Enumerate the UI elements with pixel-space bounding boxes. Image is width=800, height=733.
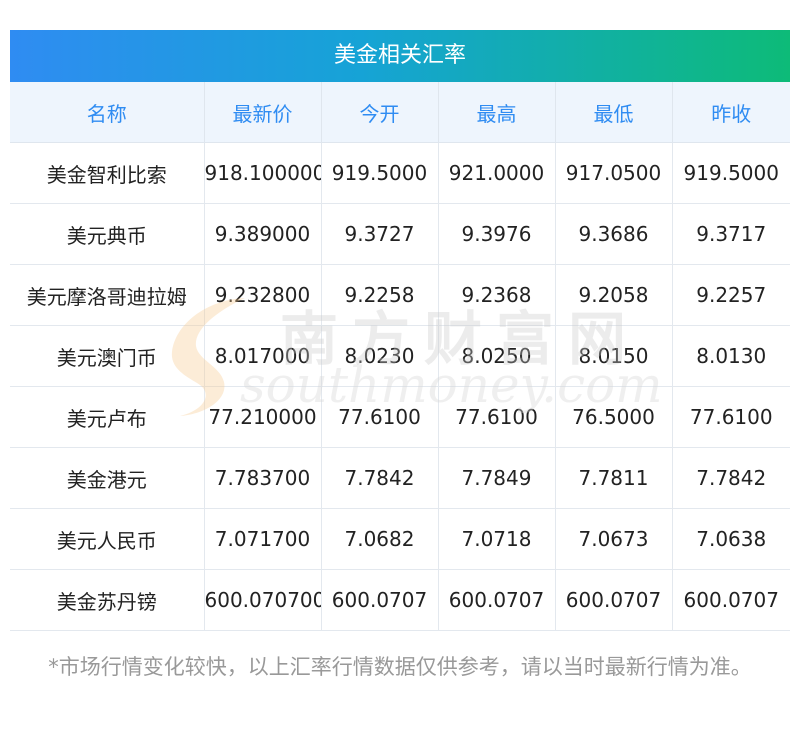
high-price: 921.0000 xyxy=(438,142,556,204)
column-header-high: 最高 xyxy=(438,82,556,143)
currency-name: 美元卢布 xyxy=(10,386,205,448)
prev-close-price: 77.6100 xyxy=(672,386,790,448)
latest-price: 918.100000 xyxy=(204,142,322,204)
low-price: 7.0673 xyxy=(555,508,673,570)
currency-name: 美金苏丹镑 xyxy=(10,569,205,631)
rates-table: 名称 最新价 今开 最高 最低 昨收 美金智利比索 918.100000 919… xyxy=(10,82,790,631)
high-price: 77.6100 xyxy=(438,386,556,448)
low-price: 917.0500 xyxy=(555,142,673,204)
table-row: 美金智利比索 918.100000 919.5000 921.0000 917.… xyxy=(10,142,790,204)
table-row: 美元澳门币 8.017000 8.0230 8.0250 8.0150 8.01… xyxy=(10,325,790,387)
column-header-prev-close: 昨收 xyxy=(672,82,790,143)
table-row: 美金港元 7.783700 7.7842 7.7849 7.7811 7.784… xyxy=(10,447,790,509)
table-row: 美元摩洛哥迪拉姆 9.232800 9.2258 9.2368 9.2058 9… xyxy=(10,264,790,326)
high-price: 7.7849 xyxy=(438,447,556,509)
low-price: 76.5000 xyxy=(555,386,673,448)
high-price: 8.0250 xyxy=(438,325,556,387)
prev-close-price: 7.7842 xyxy=(672,447,790,509)
currency-name: 美金港元 xyxy=(10,447,205,509)
latest-price: 7.071700 xyxy=(204,508,322,570)
low-price: 9.2058 xyxy=(555,264,673,326)
column-header-row: 名称 最新价 今开 最高 最低 昨收 xyxy=(10,82,790,143)
table-title: 美金相关汇率 xyxy=(10,30,790,82)
disclaimer-footnote: *市场行情变化较快，以上汇率行情数据仅供参考，请以当时最新行情为准。 xyxy=(48,655,752,679)
column-header-latest: 最新价 xyxy=(204,82,322,143)
table-row: 美金苏丹镑 600.070700 600.0707 600.0707 600.0… xyxy=(10,569,790,631)
open-price: 9.2258 xyxy=(321,264,439,326)
latest-price: 8.017000 xyxy=(204,325,322,387)
currency-name: 美元人民币 xyxy=(10,508,205,570)
table-row: 美元卢布 77.210000 77.6100 77.6100 76.5000 7… xyxy=(10,386,790,448)
exchange-rate-table: 美金相关汇率 名称 最新价 今开 最高 最低 昨收 美金智利比索 918.100… xyxy=(10,30,790,631)
open-price: 9.3727 xyxy=(321,203,439,265)
high-price: 9.2368 xyxy=(438,264,556,326)
latest-price: 7.783700 xyxy=(204,447,322,509)
latest-price: 9.232800 xyxy=(204,264,322,326)
currency-name: 美金智利比索 xyxy=(10,142,205,204)
prev-close-price: 9.2257 xyxy=(672,264,790,326)
open-price: 919.5000 xyxy=(321,142,439,204)
low-price: 8.0150 xyxy=(555,325,673,387)
column-header-open: 今开 xyxy=(321,82,439,143)
high-price: 7.0718 xyxy=(438,508,556,570)
currency-name: 美元澳门币 xyxy=(10,325,205,387)
prev-close-price: 919.5000 xyxy=(672,142,790,204)
column-header-low: 最低 xyxy=(555,82,673,143)
low-price: 7.7811 xyxy=(555,447,673,509)
high-price: 600.0707 xyxy=(438,569,556,631)
high-price: 9.3976 xyxy=(438,203,556,265)
open-price: 8.0230 xyxy=(321,325,439,387)
prev-close-price: 600.0707 xyxy=(672,569,790,631)
currency-name: 美元典币 xyxy=(10,203,205,265)
latest-price: 77.210000 xyxy=(204,386,322,448)
latest-price: 9.389000 xyxy=(204,203,322,265)
open-price: 7.0682 xyxy=(321,508,439,570)
prev-close-price: 8.0130 xyxy=(672,325,790,387)
prev-close-price: 9.3717 xyxy=(672,203,790,265)
currency-name: 美元摩洛哥迪拉姆 xyxy=(10,264,205,326)
open-price: 77.6100 xyxy=(321,386,439,448)
open-price: 600.0707 xyxy=(321,569,439,631)
prev-close-price: 7.0638 xyxy=(672,508,790,570)
column-header-name: 名称 xyxy=(10,82,205,143)
open-price: 7.7842 xyxy=(321,447,439,509)
latest-price: 600.070700 xyxy=(204,569,322,631)
low-price: 600.0707 xyxy=(555,569,673,631)
low-price: 9.3686 xyxy=(555,203,673,265)
table-row: 美元典币 9.389000 9.3727 9.3976 9.3686 9.371… xyxy=(10,203,790,265)
table-row: 美元人民币 7.071700 7.0682 7.0718 7.0673 7.06… xyxy=(10,508,790,570)
